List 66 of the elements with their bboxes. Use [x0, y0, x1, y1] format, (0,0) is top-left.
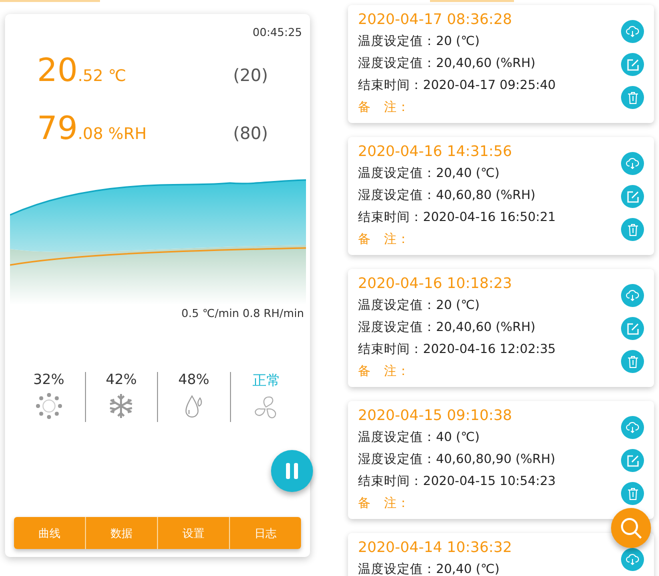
- record-detail: 结束时间：2020-04-16 12:02:35: [358, 340, 556, 358]
- download-button[interactable]: [621, 284, 644, 307]
- edit-icon: [626, 454, 638, 466]
- note-label: 备 注：: [358, 362, 411, 380]
- record-detail: 结束时间：2020-04-16 16:50:21: [358, 208, 556, 226]
- trash-icon: [628, 92, 638, 104]
- start-time: 2020-04-16 14:31:56: [358, 143, 513, 162]
- download-button[interactable]: [621, 152, 644, 175]
- edit-icon: [626, 190, 638, 202]
- start-time: 2020-04-16 10:18:23: [358, 275, 513, 294]
- rate-text: 0.5 ℃/min 0.8 RH/min: [181, 307, 304, 320]
- cloud-download-icon: [626, 290, 639, 301]
- cloud-download-icon: [626, 422, 639, 433]
- nav-button[interactable]: 数据: [85, 517, 157, 549]
- current-reading: 79.08 %RH: [37, 109, 147, 147]
- record-detail: 温度设定值：20,40 (℃): [358, 560, 501, 576]
- nav-button[interactable]: 设置: [157, 517, 229, 549]
- note-label: 备 注：: [358, 98, 411, 116]
- record-detail: 结束时间：2020-04-15 10:54:23: [358, 472, 556, 490]
- note-label: 备 注：: [358, 494, 411, 512]
- pause-button[interactable]: [271, 450, 313, 492]
- record-detail: 温度设定值：40 (℃): [358, 428, 481, 446]
- record-detail: 结束时间：2020-04-17 09:25:40: [358, 76, 556, 94]
- record-detail: 温度设定值：20 (℃): [358, 296, 481, 314]
- cloud-download-icon: [626, 26, 639, 37]
- search-icon: [620, 517, 642, 539]
- record-detail: 湿度设定值：40,60,80 (%RH): [358, 186, 536, 204]
- current-reading: 20.52 ℃: [37, 51, 126, 89]
- output-value: 42%: [106, 372, 137, 388]
- nav-button[interactable]: 日志: [229, 517, 301, 549]
- setpoint: (20): [233, 66, 268, 86]
- output-value: 正常: [252, 372, 280, 390]
- record-detail: 湿度设定值：20,40,60 (%RH): [358, 318, 536, 336]
- record-detail: 湿度设定值：20,40,60 (%RH): [358, 54, 536, 72]
- cloud-download-icon: [626, 554, 639, 565]
- trash-icon: [628, 224, 638, 236]
- edit-icon: [626, 58, 638, 70]
- setpoint: (80): [233, 124, 268, 144]
- download-button[interactable]: [621, 20, 644, 43]
- edit-button[interactable]: [621, 185, 644, 208]
- edit-button[interactable]: [621, 449, 644, 472]
- note-label: 备 注：: [358, 230, 411, 248]
- delete-button[interactable]: [621, 218, 644, 241]
- delete-button[interactable]: [621, 350, 644, 373]
- edit-icon: [626, 322, 638, 334]
- record-detail: 温度设定值：20,40 (℃): [358, 164, 501, 182]
- output-value: 32%: [33, 372, 64, 388]
- start-time: 2020-04-14 10:36:32: [358, 539, 512, 558]
- pause-icon: [285, 463, 299, 479]
- delete-button[interactable]: [621, 482, 644, 505]
- start-time: 2020-04-15 09:10:38: [358, 407, 513, 426]
- download-button[interactable]: [621, 548, 644, 571]
- record-detail: 温度设定值：20 (℃): [358, 32, 481, 50]
- download-button[interactable]: [621, 416, 644, 439]
- sun-dots-icon: [34, 392, 63, 420]
- nav-button[interactable]: 曲线: [14, 517, 85, 549]
- elapsed-time: 00:45:25: [252, 26, 302, 39]
- start-time: 2020-04-17 08:36:28: [358, 11, 513, 30]
- edit-button[interactable]: [621, 317, 644, 340]
- cloud-download-icon: [626, 158, 639, 169]
- output-value: 48%: [178, 372, 210, 388]
- record-detail: 湿度设定值：40,60,80,90 (%RH): [358, 450, 556, 468]
- edit-button[interactable]: [621, 53, 644, 76]
- delete-button[interactable]: [621, 86, 644, 109]
- trash-icon: [628, 488, 638, 500]
- trash-icon: [628, 356, 638, 368]
